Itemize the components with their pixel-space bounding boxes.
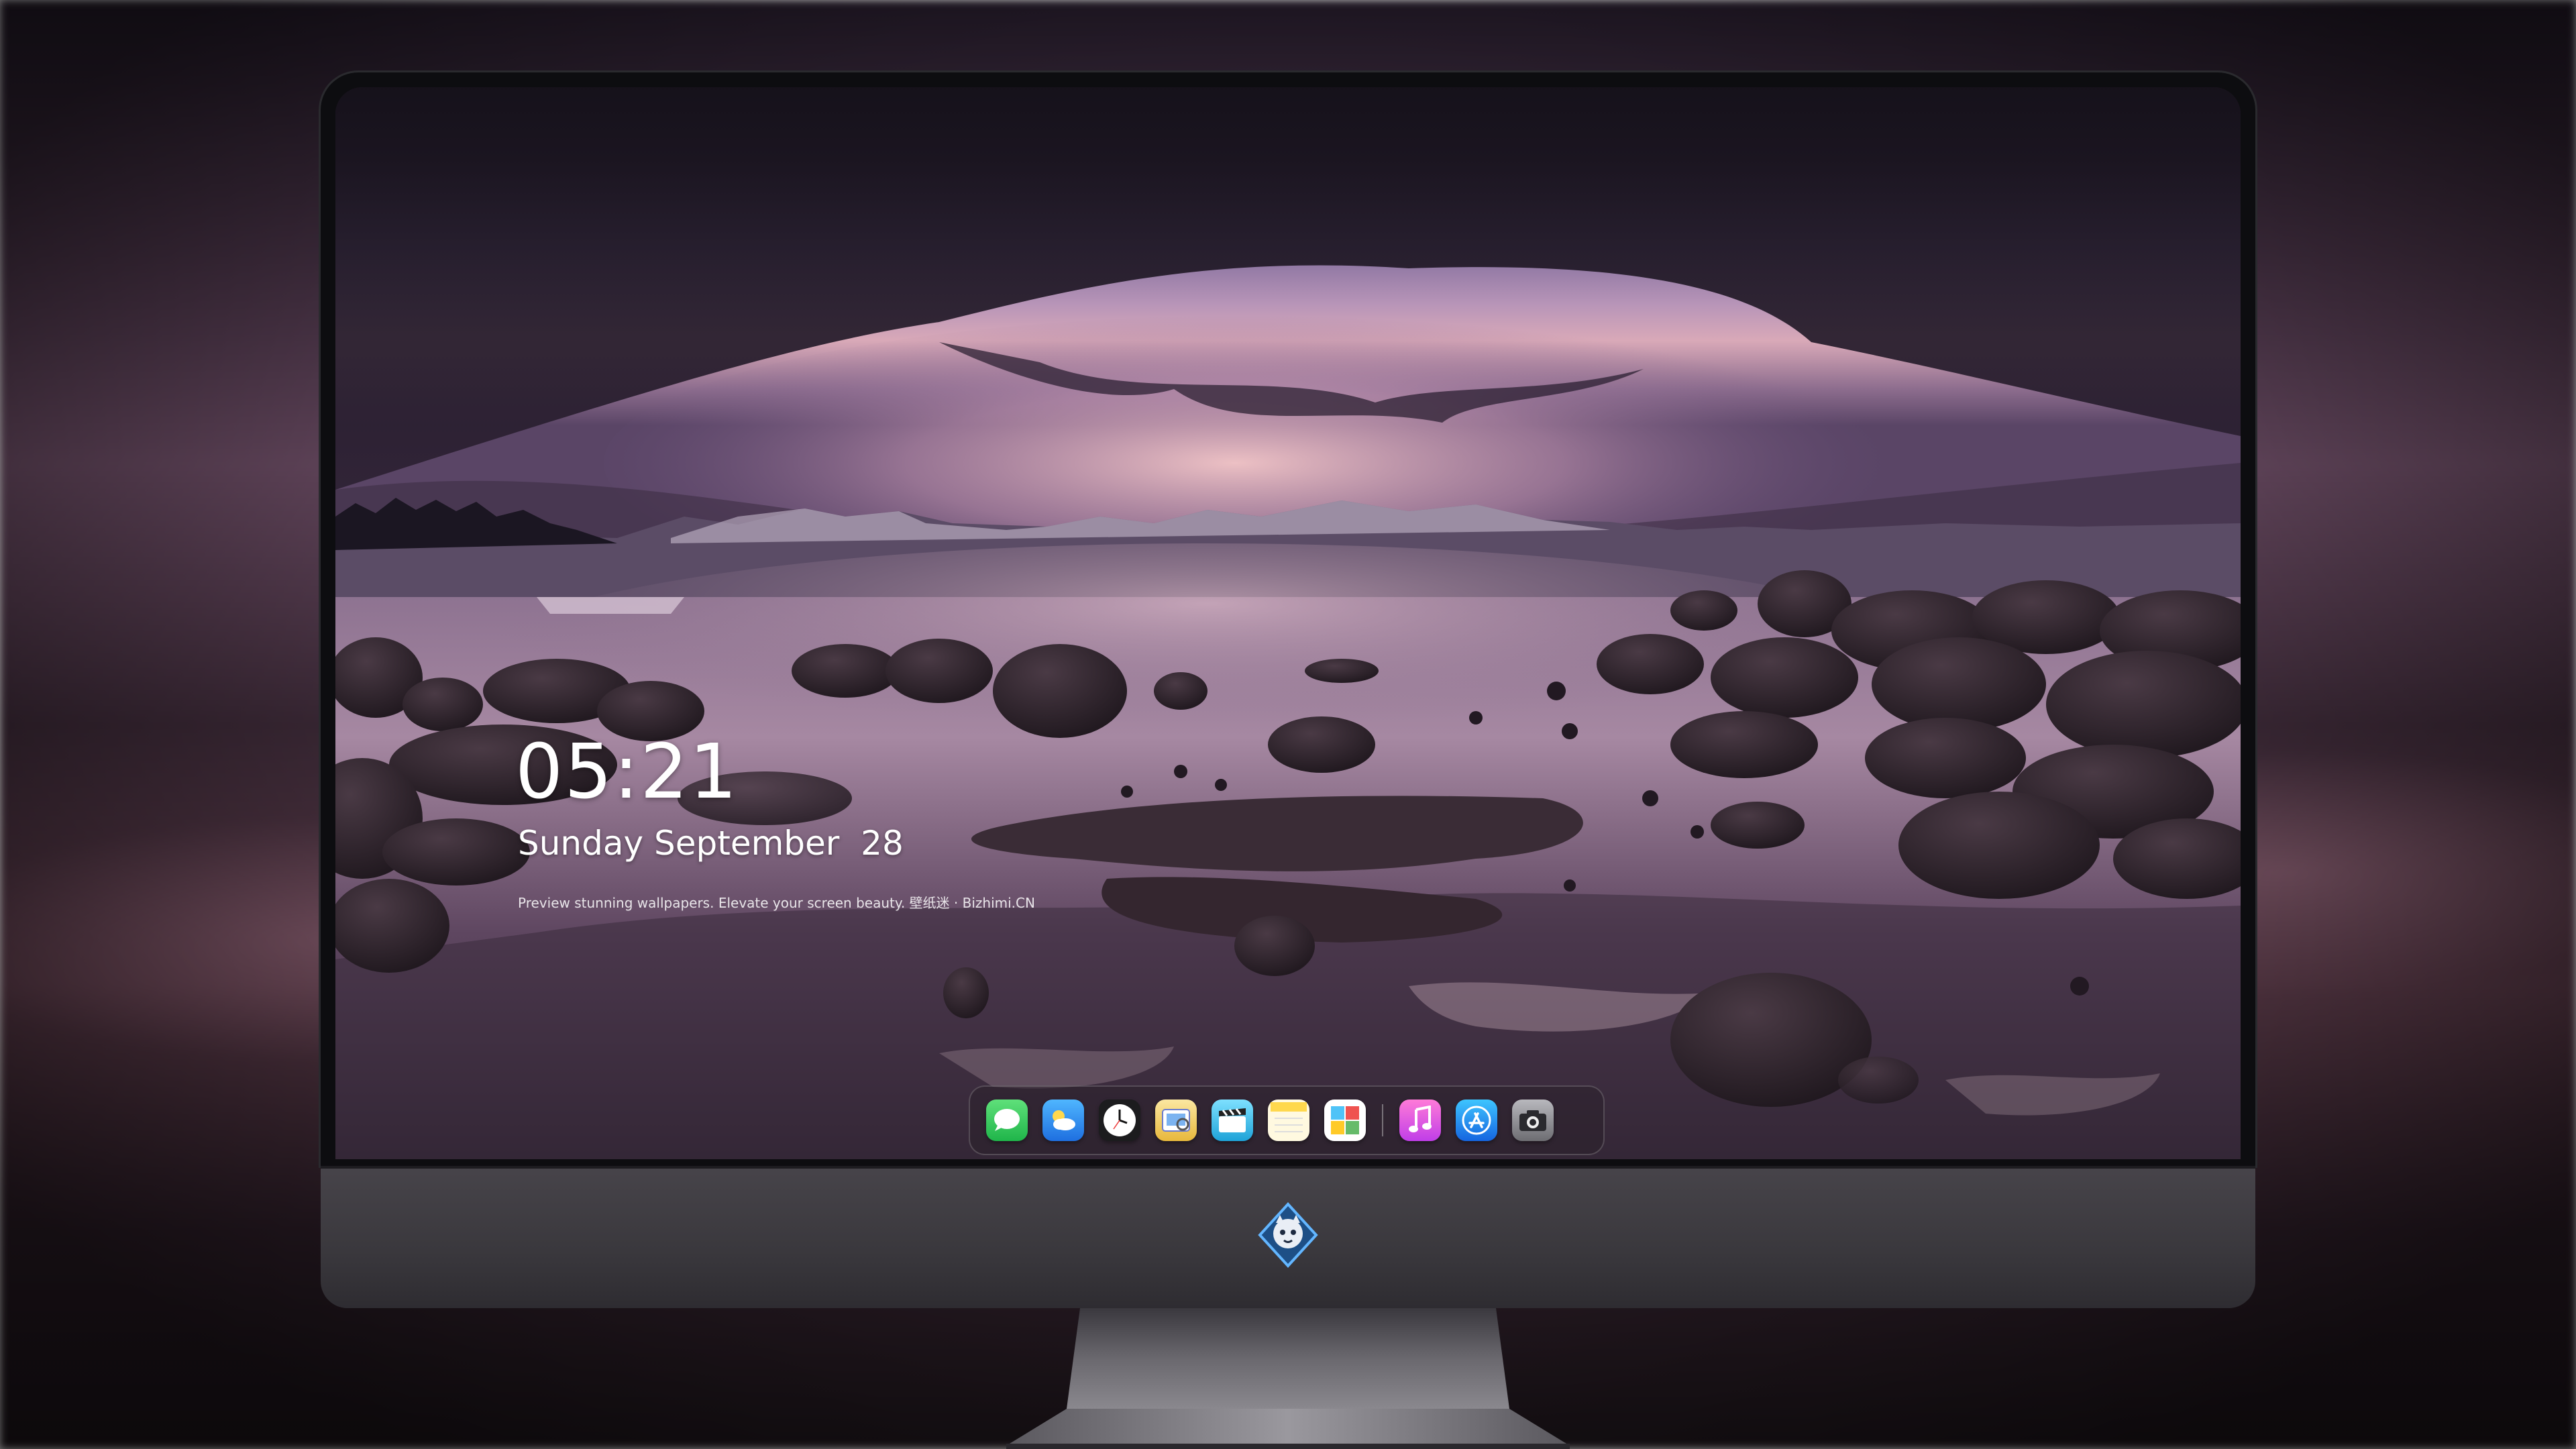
clock-time: 05:21 xyxy=(515,729,739,816)
imac-monitor: 05:21 Sunday September 28 Preview stunni… xyxy=(321,72,2255,1308)
app-store-icon[interactable] xyxy=(1456,1099,1497,1141)
notes-icon[interactable] xyxy=(1268,1099,1309,1141)
clock-icon[interactable] xyxy=(1099,1099,1140,1141)
wallpaper-landscape xyxy=(335,87,2241,1159)
photo-booth-icon[interactable] xyxy=(1324,1099,1366,1141)
monitor-stand xyxy=(1006,1308,1570,1449)
desktop-screen: 05:21 Sunday September 28 Preview stunni… xyxy=(335,87,2241,1159)
dock-separator xyxy=(1382,1104,1383,1136)
preview-icon[interactable] xyxy=(1155,1099,1197,1141)
brand-logo-icon xyxy=(1258,1202,1318,1268)
music-icon[interactable] xyxy=(1399,1099,1441,1141)
dock xyxy=(969,1085,1605,1155)
camera-icon[interactable] xyxy=(1512,1099,1554,1141)
messages-icon[interactable] xyxy=(986,1099,1028,1141)
clips-icon[interactable] xyxy=(1212,1099,1253,1141)
wallpaper-caption: Preview stunning wallpapers. Elevate you… xyxy=(518,895,1035,911)
clock-date: Sunday September 28 xyxy=(518,824,904,863)
weather-icon[interactable] xyxy=(1042,1099,1084,1141)
